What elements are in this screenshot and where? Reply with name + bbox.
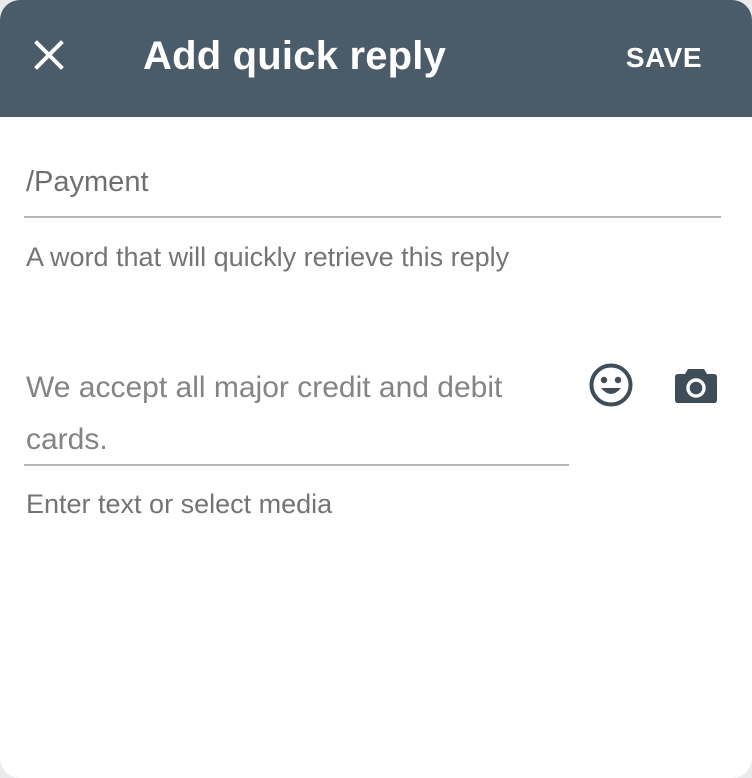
emoji-button[interactable] [586, 360, 636, 410]
message-helper-text: Enter text or select media [26, 489, 333, 519]
message-input[interactable]: We accept all major credit and debit car… [24, 356, 569, 466]
add-quick-reply-screen: Add quick reply SAVE /Payment A word tha… [0, 0, 752, 778]
camera-button[interactable] [670, 360, 722, 410]
shortcut-value: /Payment [26, 166, 149, 198]
app-bar: Add quick reply SAVE [0, 0, 752, 117]
message-value: We accept all major credit and debit car… [26, 371, 503, 456]
camera-icon [675, 369, 717, 403]
close-icon [34, 40, 64, 70]
emoji-icon [589, 363, 633, 407]
close-button[interactable] [26, 32, 72, 78]
save-button[interactable]: SAVE [626, 38, 702, 78]
page-title: Add quick reply [143, 34, 447, 78]
shortcut-helper-text: A word that will quickly retrieve this r… [26, 242, 510, 272]
shortcut-input[interactable]: /Payment [24, 158, 721, 218]
